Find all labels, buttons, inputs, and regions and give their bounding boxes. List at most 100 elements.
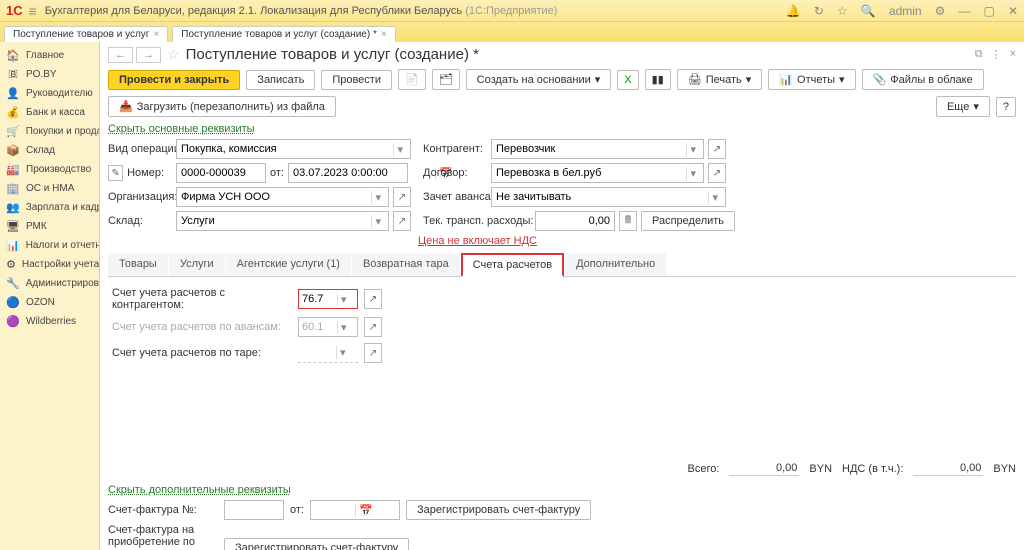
sidebar: 🏠Главное 🇧PO.BY 👤Руководителю 💰Банк и ка… [0,42,100,550]
distribute-button[interactable]: Распределить [641,211,735,231]
calendar-icon[interactable]: 📅 [355,504,376,517]
acc-avans-input[interactable]: ▾ [298,317,358,337]
edit-num-button[interactable]: ✎ [108,165,123,181]
save-button[interactable]: Записать [246,70,315,90]
favorite-icon[interactable]: ☆ [837,4,848,18]
sidebar-item[interactable]: 👤Руководителю [0,84,99,103]
help-button[interactable]: ? [996,97,1016,117]
contr-input[interactable]: ▾ [491,139,704,159]
close-icon[interactable]: ✕ [1008,4,1018,18]
sidebar-item[interactable]: 🔵OZON [0,293,99,312]
reg-sf-button[interactable]: Зарегистрировать счет-фактуру [406,500,591,520]
date-input[interactable]: 📅 [288,163,408,183]
contr-label: Контрагент: [423,143,479,155]
tab-agent[interactable]: Агентские услуги (1) [226,253,351,276]
sidebar-item[interactable]: 🏢ОС и НМА [0,179,99,198]
post-close-button[interactable]: Провести и закрыть [108,70,240,90]
sf-num-label: Счет-фактура №: [108,504,218,516]
tab-close-icon[interactable]: × [153,29,159,40]
sidebar-item[interactable]: ⚙Настройки учета [0,255,99,274]
kebab-icon[interactable]: ⋮ [991,48,1002,61]
tab-extra[interactable]: Дополнительно [565,253,666,276]
tab-services[interactable]: Услуги [169,253,225,276]
sidebar-item[interactable]: 📊Налоги и отчетность [0,236,99,255]
history-icon[interactable]: ↻ [814,4,824,18]
acc-tara-label: Счет учета расчетов по таре: [112,347,292,359]
settings-icon[interactable]: ⚙ [935,4,946,18]
print-button[interactable]: 🖨 Печать ▾ [677,69,763,90]
total-label: Всего: [688,463,720,475]
calc-icon[interactable]: 🖩 [619,211,637,231]
close-page-icon[interactable]: × [1010,48,1016,61]
star-icon[interactable]: ☆ [167,46,180,63]
trans-input[interactable] [535,211,615,231]
trans-label: Тек. трансп. расходы: [423,215,523,227]
post-button[interactable]: Провести [321,70,392,90]
tab-close-icon[interactable]: × [381,29,387,40]
tab-tara[interactable]: Возвратная тара [352,253,460,276]
nav-back[interactable]: ← [108,47,133,63]
tab-accounts[interactable]: Счета расчетов [461,253,564,277]
sf-buy-label: Счет-фактура на приобретение по анализир… [108,524,218,550]
tab-goods[interactable]: Товары [108,253,168,276]
sidebar-item[interactable]: 🔧Администрирование [0,274,99,293]
struct-button[interactable]: 🗂 [432,69,460,90]
org-label: Организация: [108,191,164,203]
maximize-icon[interactable]: ▢ [984,4,995,18]
dog-label: Договор: [423,167,479,179]
search-icon[interactable]: 🔍 [861,4,876,18]
open-ref-button[interactable]: ↗ [364,289,382,309]
create-based-button[interactable]: Создать на основании ▾ [466,69,612,90]
vat-label: НДС (в т.ч.): [842,463,903,475]
avans-label: Зачет аванса: [423,191,479,203]
acc-avans-label: Счет учета расчетов по авансам: [112,321,292,333]
sf-date-input[interactable]: 📅 [310,500,400,520]
org-input[interactable]: ▾ [176,187,389,207]
vat-value: 0,00 [913,461,983,476]
notif-icon[interactable]: 🔔 [786,4,801,18]
reg-sf-button-2[interactable]: Зарегистрировать счет-фактуру [224,538,409,550]
sf-num-input[interactable] [224,500,284,520]
hide-extra-link[interactable]: Скрыть дополнительные реквизиты [108,484,291,496]
import-button[interactable]: 📥 Загрузить (перезаполнить) из файла [108,96,336,117]
sidebar-item[interactable]: 🛒Покупки и продажи [0,122,99,141]
reports-button[interactable]: 📊 Отчеты ▾ [768,69,855,90]
number-input[interactable] [176,163,266,183]
detach-icon[interactable]: ⧉ [975,48,983,61]
sidebar-item[interactable]: 🇧PO.BY [0,65,99,84]
open-ref-button[interactable]: ↗ [708,163,726,183]
sidebar-item[interactable]: 🟣Wildberries [0,312,99,331]
op-type-input[interactable]: ▾ [176,139,411,159]
user-label[interactable]: admin [889,4,922,18]
home-icon: 🏠 [6,49,20,62]
app-title: Бухгалтерия для Беларуси, редакция 2.1. … [45,5,776,17]
menu-icon[interactable]: ≡ [29,3,37,19]
sidebar-item[interactable]: 🏠Главное [0,46,99,65]
barcode-button[interactable]: ▮▮ [645,69,671,90]
acc-contr-input[interactable]: ▾ [298,289,358,309]
avans-input[interactable]: ▾ [491,187,726,207]
sidebar-item[interactable]: 🏭Производство [0,160,99,179]
nav-fwd[interactable]: → [136,47,161,63]
sidebar-item[interactable]: 🖥РМК [0,217,99,236]
more-button[interactable]: Еще ▾ [936,96,990,117]
minimize-icon[interactable]: — [958,4,970,18]
sidebar-item[interactable]: 📦Склад [0,141,99,160]
acc-tara-input[interactable]: ▾ [298,343,358,363]
files-button[interactable]: 📎 Файлы в облаке [862,69,984,90]
total-value: 0,00 [729,461,799,476]
dog-input[interactable]: ▾ [491,163,704,183]
chevron-down-icon[interactable]: ▾ [393,143,406,156]
doc-tab[interactable]: Поступление товаров и услуг× [4,26,168,42]
hide-main-link[interactable]: Скрыть основные реквизиты [108,123,255,135]
app-logo: 1C [6,3,23,18]
sidebar-item[interactable]: 👥Зарплата и кадры [0,198,99,217]
open-ref-button[interactable]: ↗ [708,139,726,159]
doc-tab-active[interactable]: Поступление товаров и услуг (создание) *… [172,26,395,42]
sidebar-item[interactable]: 💰Банк и касса [0,103,99,122]
excel-button[interactable]: X [617,70,638,90]
sklad-input[interactable]: ▾ [176,211,389,231]
sklad-label: Склад: [108,215,164,227]
vat-link[interactable]: Цена не включает НДС [418,235,537,247]
dt-kt-button[interactable]: 📄 [398,69,426,90]
